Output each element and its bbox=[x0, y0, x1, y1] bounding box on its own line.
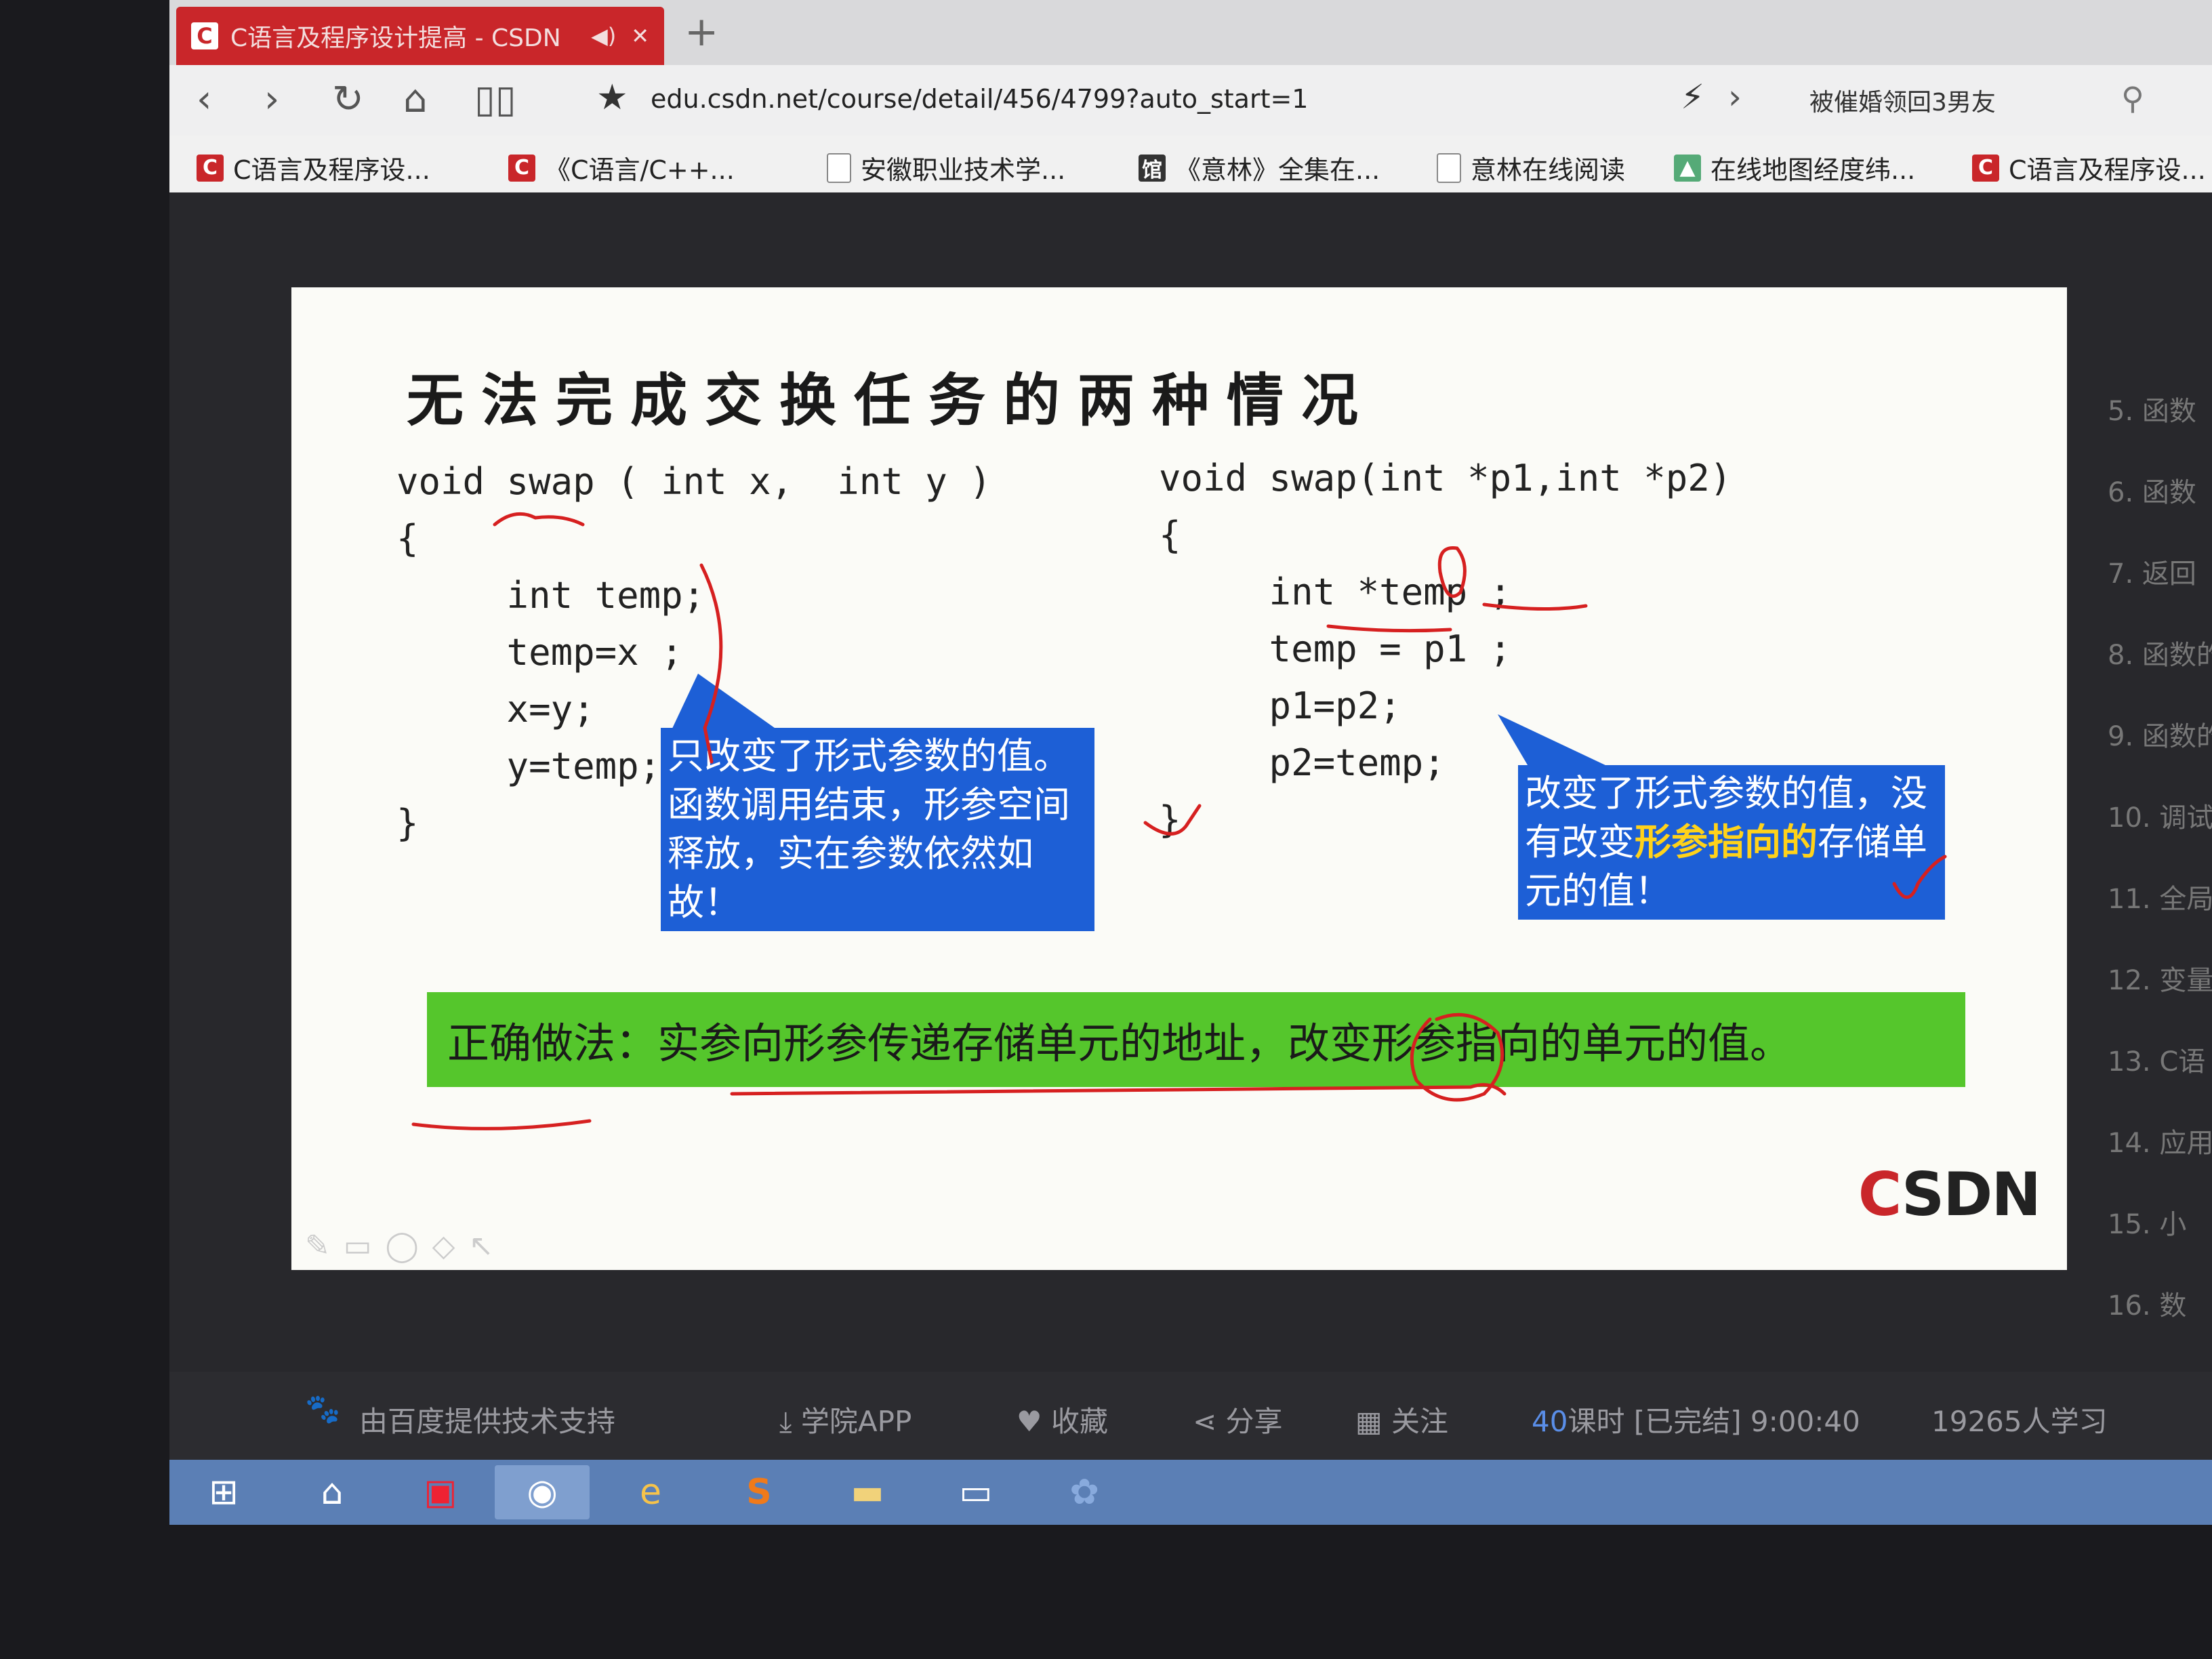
lesson-info: 40课时 [已完结] 9:00:40 bbox=[1532, 1405, 1860, 1438]
chapter-item[interactable]: 8. 函数的 bbox=[2108, 633, 2212, 714]
bookmark-item[interactable]: 安徽职业技术学... bbox=[827, 149, 1065, 186]
chapter-item[interactable]: 14. 应用 bbox=[2108, 1121, 2212, 1202]
csdn-icon: C bbox=[191, 22, 218, 49]
bookmark-item[interactable]: ▲ 在线地图经度纬... bbox=[1674, 149, 1915, 186]
course-player-page: 无法完成交换任务的两种情况 void swap ( int x, int y )… bbox=[169, 192, 2212, 1460]
baidu-support-text: 由百度提供技术支持 bbox=[359, 1405, 616, 1438]
address-bar[interactable]: edu.csdn.net/course/detail/456/4799?auto… bbox=[651, 84, 1308, 114]
tab-bar: C C语言及程序设计提高 - CSDN ◀) ✕ + bbox=[169, 0, 2212, 65]
chapter-item[interactable]: 12. 变量 bbox=[2108, 958, 2212, 1040]
reload-icon[interactable]: ↻ bbox=[332, 77, 364, 121]
chapter-list: 5. 函数 6. 函数 7. 返回 8. 函数的 9. 函数的 10. 调试 1… bbox=[2108, 389, 2212, 1365]
learner-count: 19265人学习 bbox=[1931, 1405, 2108, 1438]
pdf-reader-icon[interactable]: ▣ bbox=[393, 1465, 488, 1519]
csdn-icon: C bbox=[197, 154, 224, 182]
callout-right-highlight: 形参指向的 bbox=[1635, 821, 1818, 863]
folder-icon[interactable]: ▬ bbox=[820, 1465, 915, 1519]
back-icon[interactable]: ‹ bbox=[197, 77, 211, 121]
star-icon[interactable]: ★ bbox=[596, 77, 628, 118]
start-windows-icon[interactable]: ⊞ bbox=[176, 1465, 271, 1519]
tab-csdn-course[interactable]: C C语言及程序设计提高 - CSDN ◀) ✕ bbox=[176, 7, 664, 65]
navigation-bar: ‹ › ↻ ⌂ ▯▯ ★ edu.csdn.net/course/detail/… bbox=[169, 65, 2212, 136]
chapter-item[interactable]: 11. 全局 bbox=[2108, 877, 2212, 958]
callout-left: 只改变了形式参数的值。函数调用结束，形参空间释放，实在参数依然如故！ bbox=[661, 728, 1094, 931]
ie-icon[interactable]: e bbox=[603, 1465, 698, 1519]
app-icon[interactable]: ✿ bbox=[1037, 1465, 1132, 1519]
correct-method-box: 正确做法：实参向形参传递存储单元的地址，改变形参指向的单元的值。 bbox=[427, 992, 1965, 1087]
forward-icon[interactable]: › bbox=[264, 77, 279, 121]
map-icon: ▲ bbox=[1674, 154, 1701, 182]
baidu-paw-icon: 🐾 bbox=[305, 1392, 341, 1425]
share-button[interactable]: ⋖ 分享 bbox=[1193, 1399, 1283, 1440]
home-icon[interactable]: ⌂ bbox=[403, 77, 428, 121]
chapter-item[interactable]: 7. 返回 bbox=[2108, 552, 2212, 633]
reader-icon[interactable]: ▯▯ bbox=[474, 77, 516, 121]
download-app-button[interactable]: ⤓ 学院APP bbox=[779, 1399, 912, 1440]
browser-icon[interactable]: ◉ bbox=[495, 1465, 590, 1519]
chapter-item[interactable]: 10. 调试 bbox=[2108, 796, 2212, 877]
sogou-icon[interactable]: S bbox=[712, 1465, 806, 1519]
chapter-item[interactable]: 9. 函数的 bbox=[2108, 714, 2212, 796]
chapter-item[interactable]: 5. 函数 bbox=[2108, 389, 2212, 470]
speaker-icon[interactable]: ◀) bbox=[591, 23, 616, 49]
chapter-item[interactable]: 16. 数 bbox=[2108, 1284, 2212, 1365]
csdn-icon: C bbox=[1972, 154, 1999, 182]
slide-title: 无法完成交换任务的两种情况 bbox=[407, 367, 1376, 434]
bookmark-item[interactable]: 意林在线阅读 bbox=[1437, 149, 1625, 186]
page-icon bbox=[827, 152, 851, 183]
new-tab-button[interactable]: + bbox=[684, 8, 718, 56]
chapter-item[interactable]: 13. C语 bbox=[2108, 1040, 2212, 1121]
favorite-button[interactable]: ♥ 收藏 bbox=[1017, 1399, 1108, 1440]
monitor-screen: C C语言及程序设计提高 - CSDN ◀) ✕ + ‹ › ↻ ⌂ ▯▯ ★ … bbox=[169, 0, 2212, 1525]
window-icon[interactable]: ▭ bbox=[928, 1465, 1023, 1519]
chevron-right-icon[interactable]: › bbox=[1728, 77, 1742, 117]
home-icon[interactable]: ⌂ bbox=[285, 1465, 380, 1519]
close-icon[interactable]: ✕ bbox=[631, 23, 649, 49]
bookmark-item[interactable]: C 《C语言/C++... bbox=[508, 149, 735, 186]
tab-title: C语言及程序设计提高 - CSDN bbox=[230, 24, 561, 52]
share-icon: ⋖ bbox=[1193, 1405, 1226, 1438]
bookmarks-bar: C C语言及程序设... C 《C语言/C++... 安徽职业技术学... 馆《意林… bbox=[169, 136, 2212, 193]
bookmark-item[interactable]: 馆《意林》全集在... bbox=[1139, 149, 1380, 186]
download-icon: ⤓ bbox=[779, 1405, 801, 1438]
pen-toolbar[interactable]: ✎▭◯◇↖ bbox=[305, 1229, 507, 1263]
search-icon[interactable]: ⚲ bbox=[2121, 80, 2144, 117]
callout-right: 改变了形式参数的值，没有改变形参指向的存储单元的值！ bbox=[1518, 765, 1945, 920]
page-icon bbox=[1437, 152, 1461, 183]
heart-icon: ♥ bbox=[1017, 1405, 1052, 1438]
taskbar: ⊞ ⌂ ▣ ◉ e S ▬ ▭ ✿ bbox=[169, 1460, 2212, 1525]
follow-button[interactable]: ▦ 关注 bbox=[1355, 1399, 1448, 1440]
player-info-bar: 🐾 由百度提供技术支持 ⤓ 学院APP ♥ 收藏 ⋖ 分享 ▦ 关注 40课时 … bbox=[169, 1372, 2212, 1460]
chapter-item[interactable]: 15. 小 bbox=[2108, 1202, 2212, 1284]
csdn-icon: C bbox=[508, 154, 535, 182]
lightning-icon[interactable]: ⚡ bbox=[1681, 77, 1704, 117]
library-icon: 馆 bbox=[1139, 154, 1166, 182]
bookmark-item[interactable]: C C语言及程序设... bbox=[1972, 149, 2206, 186]
lecture-slide: 无法完成交换任务的两种情况 void swap ( int x, int y )… bbox=[291, 287, 2067, 1270]
bookmark-item[interactable]: C C语言及程序设... bbox=[197, 149, 430, 186]
correct-method-text: 正确做法：实参向形参传递存储单元的地址，改变形参指向的单元的值。 bbox=[447, 1019, 1793, 1068]
csdn-logo: CSDN bbox=[1858, 1160, 2041, 1229]
hot-search-text[interactable]: 被催婚领回3男友 bbox=[1809, 83, 1996, 118]
grid-icon: ▦ bbox=[1355, 1405, 1392, 1438]
chapter-item[interactable]: 6. 函数 bbox=[2108, 470, 2212, 552]
